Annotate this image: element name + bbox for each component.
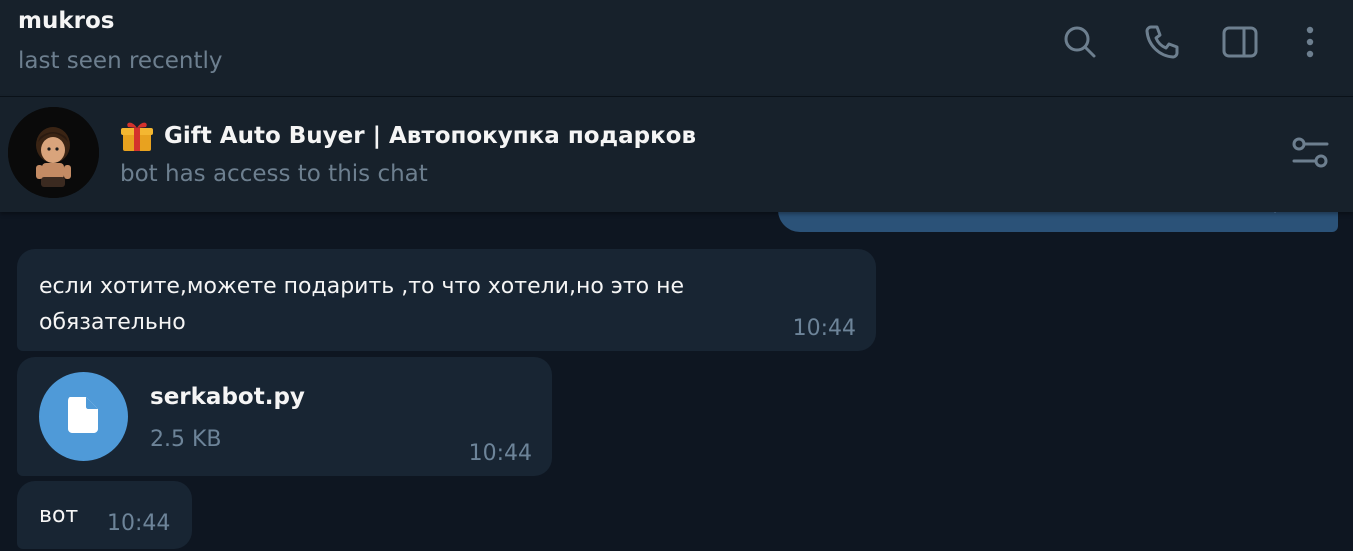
- more-vertical-icon[interactable]: [1290, 22, 1330, 62]
- file-download-button[interactable]: [39, 372, 128, 461]
- incoming-message-bubble[interactable]: вот 10:44: [17, 481, 192, 549]
- sidebar-toggle-icon[interactable]: [1220, 22, 1260, 62]
- chat-name[interactable]: mukros: [18, 8, 114, 34]
- chat-status: last seen recently: [18, 48, 223, 74]
- phone-icon[interactable]: [1141, 22, 1181, 62]
- settings-sliders-icon[interactable]: [1289, 133, 1333, 177]
- search-icon[interactable]: [1060, 22, 1100, 62]
- message-text: вот: [39, 503, 79, 528]
- file-message-bubble[interactable]: serkabot.py 2.5 KB 10:44: [17, 357, 552, 476]
- message-time: 10:44: [792, 316, 856, 341]
- file-name[interactable]: serkabot.py: [150, 384, 305, 410]
- file-size: 2.5 KB: [150, 427, 222, 452]
- gift-emoji-icon: [121, 122, 153, 151]
- incoming-message-bubble[interactable]: если хотите,можете подарить ,то что хоте…: [17, 249, 876, 351]
- bot-title[interactable]: Gift Auto Buyer | Автопокупка подарков: [120, 119, 696, 153]
- chat-header: mukros last seen recently: [0, 0, 1353, 97]
- message-text: если хотите,можете подарить ,то что хоте…: [39, 274, 685, 335]
- bot-avatar[interactable]: [8, 107, 99, 198]
- message-time: 10:44: [468, 441, 532, 466]
- file-icon: [68, 397, 98, 433]
- bot-bar: Gift Auto Buyer | Автопокупка подарков b…: [0, 97, 1353, 212]
- message-time: 10:44: [107, 511, 171, 536]
- bot-title-text: Gift Auto Buyer | Автопокупка подарков: [164, 123, 697, 149]
- bot-subtitle: bot has access to this chat: [120, 161, 428, 187]
